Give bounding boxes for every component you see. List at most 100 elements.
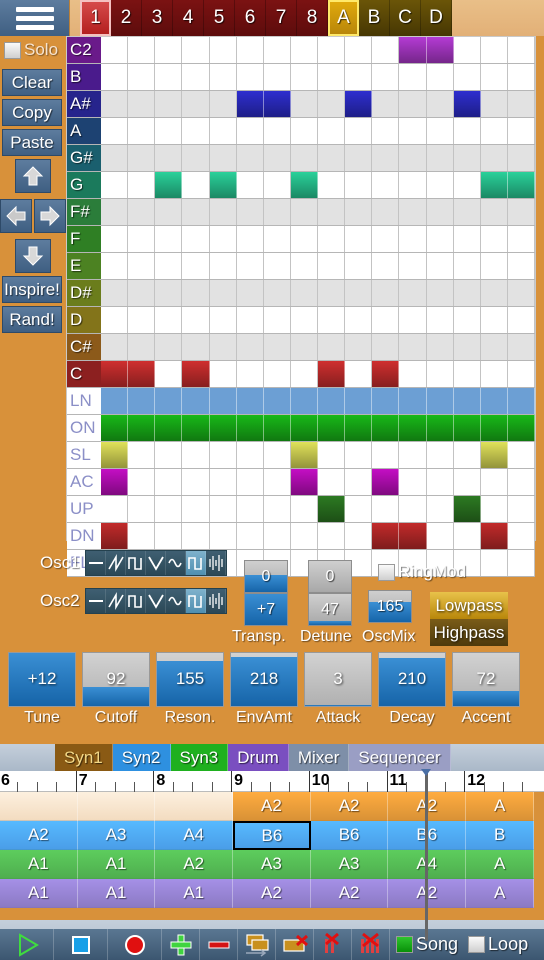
note-row-label-A#[interactable]: A# [67, 91, 101, 117]
piano-roll-cell[interactable] [426, 91, 454, 117]
piano-roll-cell[interactable] [453, 280, 481, 306]
piano-roll-cell[interactable] [453, 415, 481, 441]
note-row-label-F#[interactable]: F# [67, 199, 101, 225]
osc2-saw-wave-icon[interactable] [106, 589, 126, 613]
pattern-tab-5[interactable]: 5 [204, 0, 235, 36]
piano-roll-cell[interactable] [399, 172, 427, 198]
piano-roll-cell[interactable] [345, 118, 373, 144]
control-row-label-AC[interactable]: AC [67, 469, 101, 495]
slider-track[interactable]: 72 [452, 652, 520, 707]
piano-roll-cell[interactable] [290, 172, 318, 198]
piano-roll-cell[interactable] [263, 280, 291, 306]
piano-roll-cell[interactable] [507, 442, 535, 468]
slider-decay[interactable]: 210 Decay [378, 652, 446, 727]
transpose-osc1-slider[interactable]: 0 [244, 560, 288, 593]
sequencer-clip[interactable] [155, 792, 234, 821]
piano-roll-cell[interactable] [507, 280, 535, 306]
piano-roll-cell[interactable] [290, 253, 318, 279]
nudge-down-button[interactable] [15, 239, 51, 273]
piano-roll-cell[interactable] [128, 37, 156, 63]
control-row-label-SL[interactable]: SL [67, 442, 101, 468]
piano-roll-cell[interactable] [318, 415, 346, 441]
piano-roll-cell[interactable] [453, 361, 481, 387]
piano-roll-cell[interactable] [399, 226, 427, 252]
piano-roll-cell[interactable] [263, 442, 291, 468]
piano-roll-cell[interactable] [182, 361, 210, 387]
clear-button[interactable]: Clear [2, 69, 62, 96]
piano-roll-cell[interactable] [345, 442, 373, 468]
piano-roll-cell[interactable] [236, 415, 264, 441]
piano-roll-cell[interactable] [263, 307, 291, 333]
piano-roll-cell[interactable] [480, 280, 508, 306]
add-clip-button[interactable] [162, 929, 200, 960]
piano-roll-cell[interactable] [182, 118, 210, 144]
piano-roll-cell[interactable] [507, 91, 535, 117]
piano-roll-cell[interactable] [155, 280, 183, 306]
piano-roll-cell[interactable] [236, 145, 264, 171]
loop-checkbox[interactable] [468, 936, 486, 953]
sequencer-clip[interactable]: A3 [77, 821, 156, 850]
piano-roll-cell[interactable] [453, 334, 481, 360]
piano-roll-cell[interactable] [480, 37, 508, 63]
nudge-right-button[interactable] [34, 199, 66, 233]
piano-roll-cell[interactable] [128, 442, 156, 468]
sequencer-clip[interactable]: A2 [155, 850, 234, 879]
note-row-label-D#[interactable]: D# [67, 280, 101, 306]
piano-roll-cell[interactable] [128, 415, 156, 441]
slider-track[interactable]: 155 [156, 652, 224, 707]
piano-roll-cell[interactable] [399, 118, 427, 144]
piano-roll-cell[interactable] [318, 334, 346, 360]
piano-roll-cell[interactable] [263, 388, 291, 414]
piano-roll-cell[interactable] [236, 523, 264, 549]
piano-roll-cell[interactable] [128, 172, 156, 198]
piano-roll-cell[interactable] [263, 361, 291, 387]
piano-roll-cell[interactable] [209, 199, 237, 225]
piano-roll-cell[interactable] [453, 37, 481, 63]
piano-roll-cell[interactable] [345, 523, 373, 549]
piano-roll-cell[interactable] [480, 118, 508, 144]
piano-roll-cell[interactable] [101, 118, 129, 144]
sequencer-clip[interactable]: A2 [310, 879, 389, 908]
piano-roll-cell[interactable] [345, 145, 373, 171]
piano-roll-cell[interactable] [399, 469, 427, 495]
piano-roll-cell[interactable] [372, 118, 400, 144]
solo-checkbox[interactable] [4, 41, 21, 59]
piano-roll-cell[interactable] [318, 172, 346, 198]
osc2-noise-wave-icon[interactable] [206, 589, 226, 613]
piano-roll-cell[interactable] [263, 145, 291, 171]
piano-roll-cell[interactable] [318, 361, 346, 387]
piano-roll-cell[interactable] [155, 388, 183, 414]
piano-roll-cell[interactable] [426, 145, 454, 171]
piano-roll-cell[interactable] [236, 64, 264, 90]
piano-roll-cell[interactable] [345, 496, 373, 522]
piano-roll-cell[interactable] [345, 307, 373, 333]
transpose-osc2-slider[interactable]: +7 [244, 593, 288, 626]
piano-roll-cell[interactable] [209, 361, 237, 387]
piano-roll-cell[interactable] [453, 145, 481, 171]
piano-roll-cell[interactable] [480, 415, 508, 441]
piano-roll-cell[interactable] [155, 199, 183, 225]
oscmix-slider[interactable]: 165 [368, 590, 412, 623]
piano-roll-cell[interactable] [507, 361, 535, 387]
osc1-waveform-selector[interactable] [85, 550, 227, 576]
piano-roll-cell[interactable] [453, 64, 481, 90]
piano-roll-cell[interactable] [399, 388, 427, 414]
piano-roll-cell[interactable] [318, 64, 346, 90]
piano-roll-cell[interactable] [372, 469, 400, 495]
piano-roll-cell[interactable] [345, 64, 373, 90]
piano-roll-cell[interactable] [236, 307, 264, 333]
piano-roll-cell[interactable] [426, 64, 454, 90]
piano-roll-cell[interactable] [318, 145, 346, 171]
piano-roll-cell[interactable] [372, 442, 400, 468]
inspire-button[interactable]: Inspire! [2, 276, 62, 303]
piano-roll-cell[interactable] [453, 442, 481, 468]
piano-roll-cell[interactable] [290, 334, 318, 360]
piano-roll-cell[interactable] [263, 118, 291, 144]
tab-syn1[interactable]: Syn1 [55, 744, 113, 771]
piano-roll-cell[interactable] [399, 64, 427, 90]
note-row-label-G#[interactable]: G# [67, 145, 101, 171]
osc2-flat-wave-icon[interactable] [86, 589, 106, 613]
piano-roll-cell[interactable] [182, 91, 210, 117]
piano-roll-cell[interactable] [290, 64, 318, 90]
piano-roll-cell[interactable] [209, 496, 237, 522]
